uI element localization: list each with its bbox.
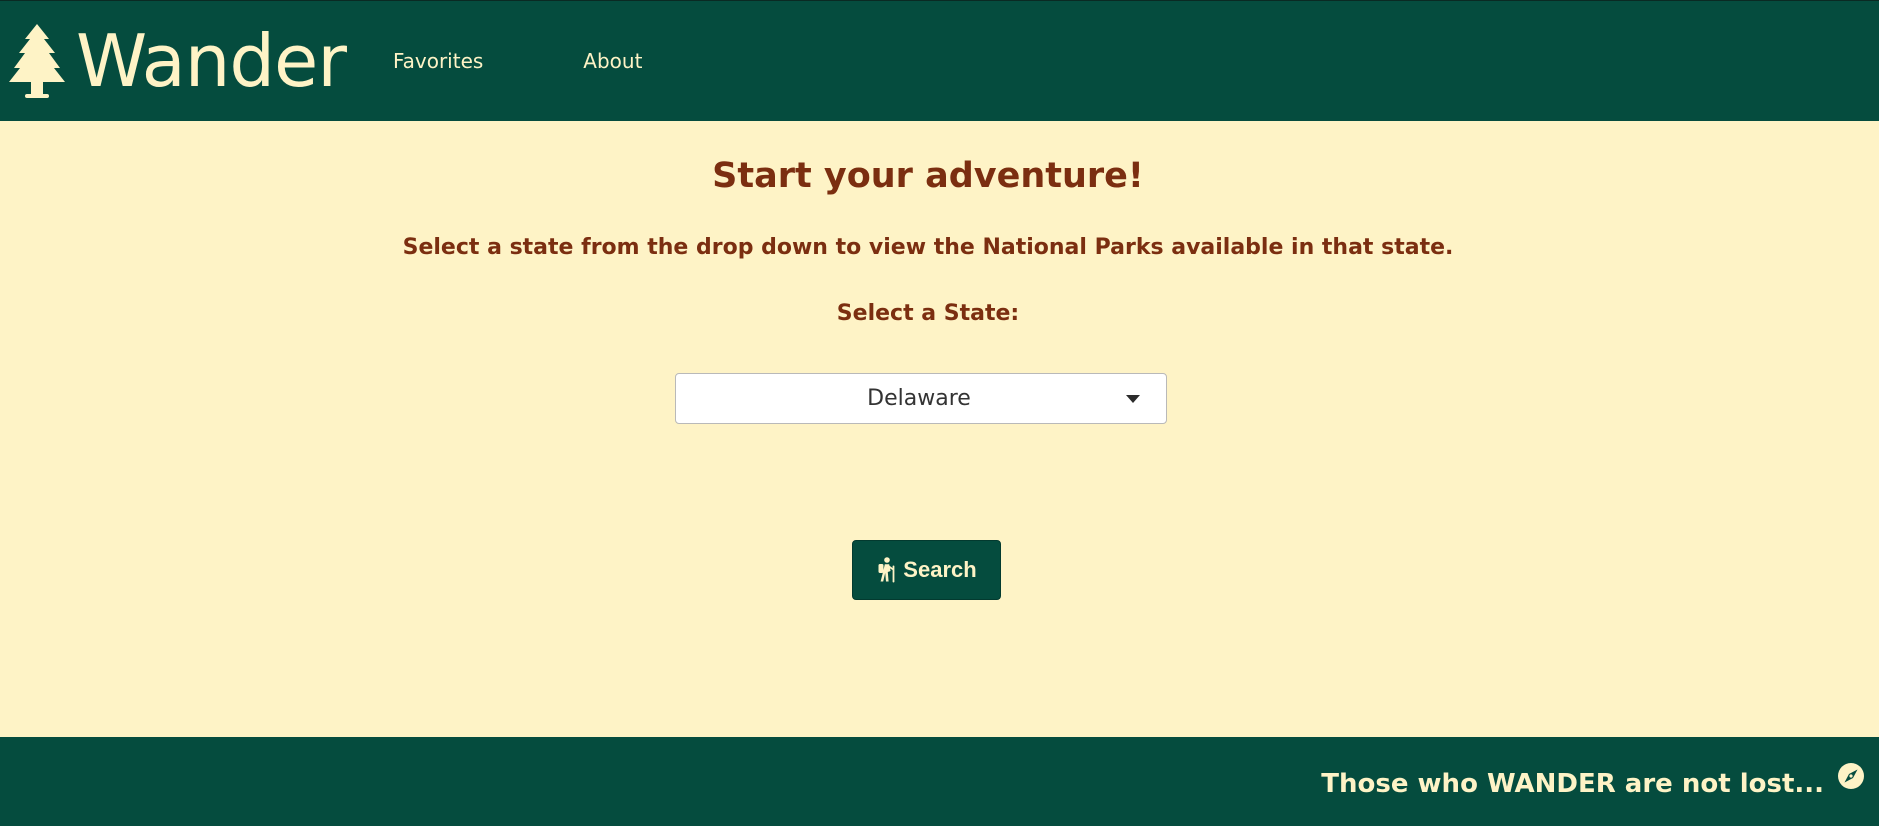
state-select-value: Delaware: [867, 385, 971, 411]
main-nav: Favorites About: [393, 51, 642, 71]
main-content: Start your adventure! Select a state fro…: [0, 121, 1879, 737]
footer-tagline: Those who WANDER are not lost...: [1321, 769, 1824, 799]
compass-icon: [1838, 763, 1864, 789]
search-button-label: Search: [903, 557, 977, 582]
state-select-label: Select a State:: [836, 301, 1020, 326]
brand-logo-link[interactable]: Wander: [0, 1, 347, 121]
search-button[interactable]: Search: [852, 540, 1001, 600]
top-navbar: Wander Favorites About: [0, 0, 1879, 121]
tree-icon: [9, 24, 65, 98]
instructions-text: Select a state from the drop down to vie…: [402, 235, 1454, 260]
footer: Those who WANDER are not lost...: [0, 737, 1879, 826]
nav-link-about[interactable]: About: [583, 51, 642, 71]
brand-name: Wander: [76, 19, 347, 103]
page: Wander Favorites About Start your advent…: [0, 0, 1879, 826]
page-heading: Start your adventure!: [712, 156, 1144, 196]
state-select-dropdown[interactable]: Delaware: [675, 373, 1167, 424]
chevron-down-icon: [1126, 395, 1140, 403]
hiker-icon: [878, 557, 895, 583]
nav-link-favorites[interactable]: Favorites: [393, 51, 483, 71]
